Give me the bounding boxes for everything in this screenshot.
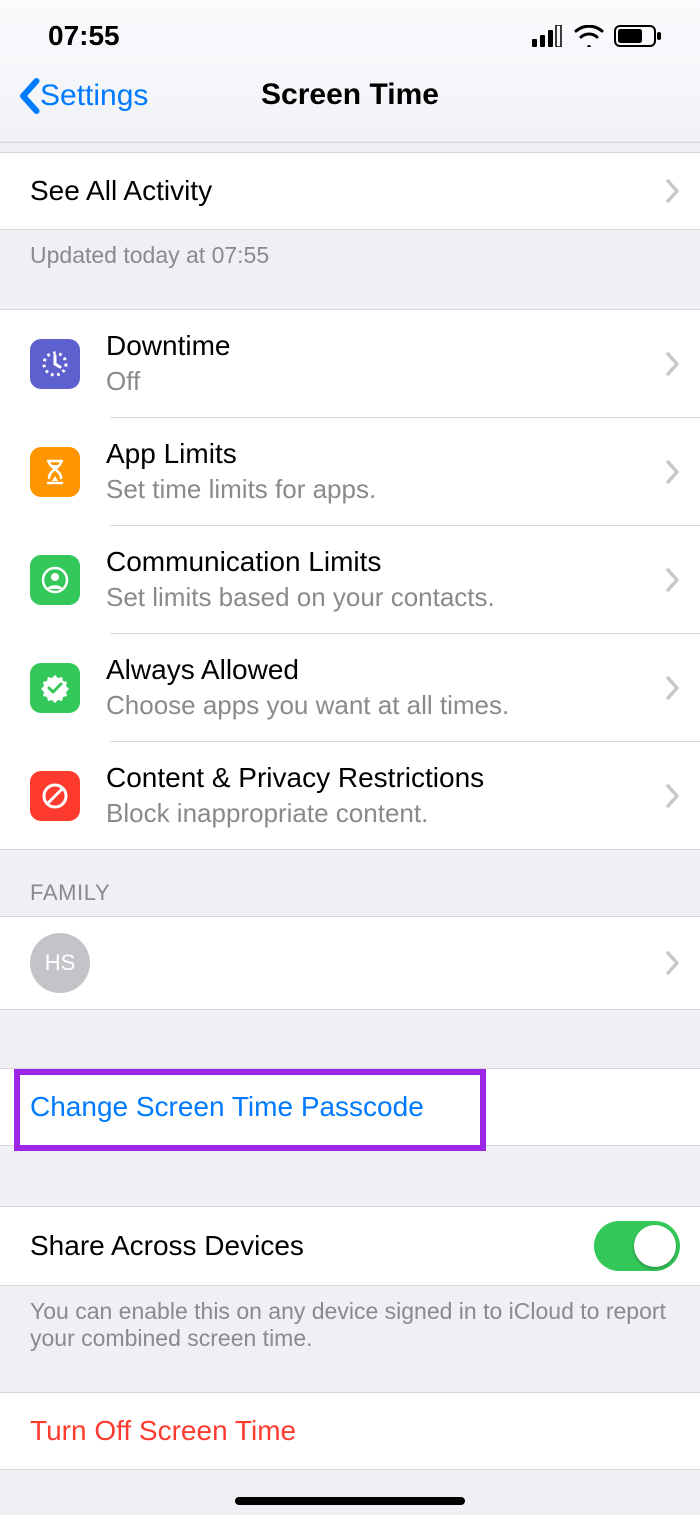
downtime-icon — [30, 339, 80, 389]
downtime-title: Downtime — [106, 330, 230, 362]
always-allowed-title: Always Allowed — [106, 654, 509, 686]
content-privacy-title: Content & Privacy Restrictions — [106, 762, 484, 794]
status-indicators — [532, 25, 662, 47]
avatar: HS — [30, 933, 90, 993]
content-privacy-row[interactable]: Content & Privacy Restrictions Block ina… — [0, 742, 700, 849]
passcode-group: Change Screen Time Passcode — [0, 1068, 700, 1146]
family-header: FAMILY — [0, 850, 700, 916]
see-all-activity-row[interactable]: See All Activity — [0, 153, 700, 229]
content-privacy-sub: Block inappropriate content. — [106, 798, 484, 829]
share-across-devices-row[interactable]: Share Across Devices — [0, 1207, 700, 1285]
hourglass-icon — [30, 447, 80, 497]
status-time: 07:55 — [48, 20, 120, 52]
app-limits-title: App Limits — [106, 438, 376, 470]
activity-updated-label: Updated today at 07:55 — [0, 230, 700, 269]
chevron-right-icon — [666, 352, 680, 376]
cellular-icon — [532, 25, 564, 47]
change-passcode-label: Change Screen Time Passcode — [30, 1091, 424, 1123]
family-group: HS — [0, 916, 700, 1010]
status-bar: 07:55 — [0, 0, 700, 72]
chevron-right-icon — [666, 676, 680, 700]
always-allowed-sub: Choose apps you want at all times. — [106, 690, 509, 721]
activity-group: See All Activity — [0, 152, 700, 230]
communication-limits-title: Communication Limits — [106, 546, 495, 578]
downtime-sub: Off — [106, 366, 230, 397]
chevron-right-icon — [666, 784, 680, 808]
app-limits-sub: Set time limits for apps. — [106, 474, 376, 505]
family-member-row[interactable]: HS — [0, 917, 700, 1009]
chevron-right-icon — [666, 460, 680, 484]
chevron-right-icon — [666, 568, 680, 592]
change-passcode-row[interactable]: Change Screen Time Passcode — [0, 1069, 700, 1145]
chevron-right-icon — [666, 951, 680, 975]
chevron-right-icon — [666, 179, 680, 203]
communication-limits-row[interactable]: Communication Limits Set limits based on… — [0, 526, 700, 633]
features-group: Downtime Off App Limits Set time limits … — [0, 309, 700, 850]
turn-off-label: Turn Off Screen Time — [30, 1415, 296, 1447]
see-all-activity-label: See All Activity — [30, 175, 212, 207]
share-group: Share Across Devices — [0, 1206, 700, 1286]
checkmark-seal-icon — [30, 663, 80, 713]
share-footer: You can enable this on any device signed… — [0, 1286, 700, 1376]
home-indicator — [235, 1497, 465, 1505]
always-allowed-row[interactable]: Always Allowed Choose apps you want at a… — [0, 634, 700, 741]
wifi-icon — [574, 25, 604, 47]
communication-limits-sub: Set limits based on your contacts. — [106, 582, 495, 613]
no-sign-icon — [30, 771, 80, 821]
chevron-left-icon — [18, 78, 40, 114]
downtime-row[interactable]: Downtime Off — [0, 310, 700, 417]
turn-off-row[interactable]: Turn Off Screen Time — [0, 1393, 700, 1469]
share-title: Share Across Devices — [30, 1230, 304, 1262]
app-limits-row[interactable]: App Limits Set time limits for apps. — [0, 418, 700, 525]
person-circle-icon — [30, 555, 80, 605]
nav-bar: Settings Screen Time — [0, 72, 700, 142]
turnoff-group: Turn Off Screen Time — [0, 1392, 700, 1470]
page-title: Screen Time — [261, 78, 439, 112]
back-label: Settings — [40, 79, 148, 113]
back-button[interactable]: Settings — [18, 78, 148, 114]
battery-icon — [614, 25, 662, 47]
share-toggle[interactable] — [594, 1221, 680, 1271]
